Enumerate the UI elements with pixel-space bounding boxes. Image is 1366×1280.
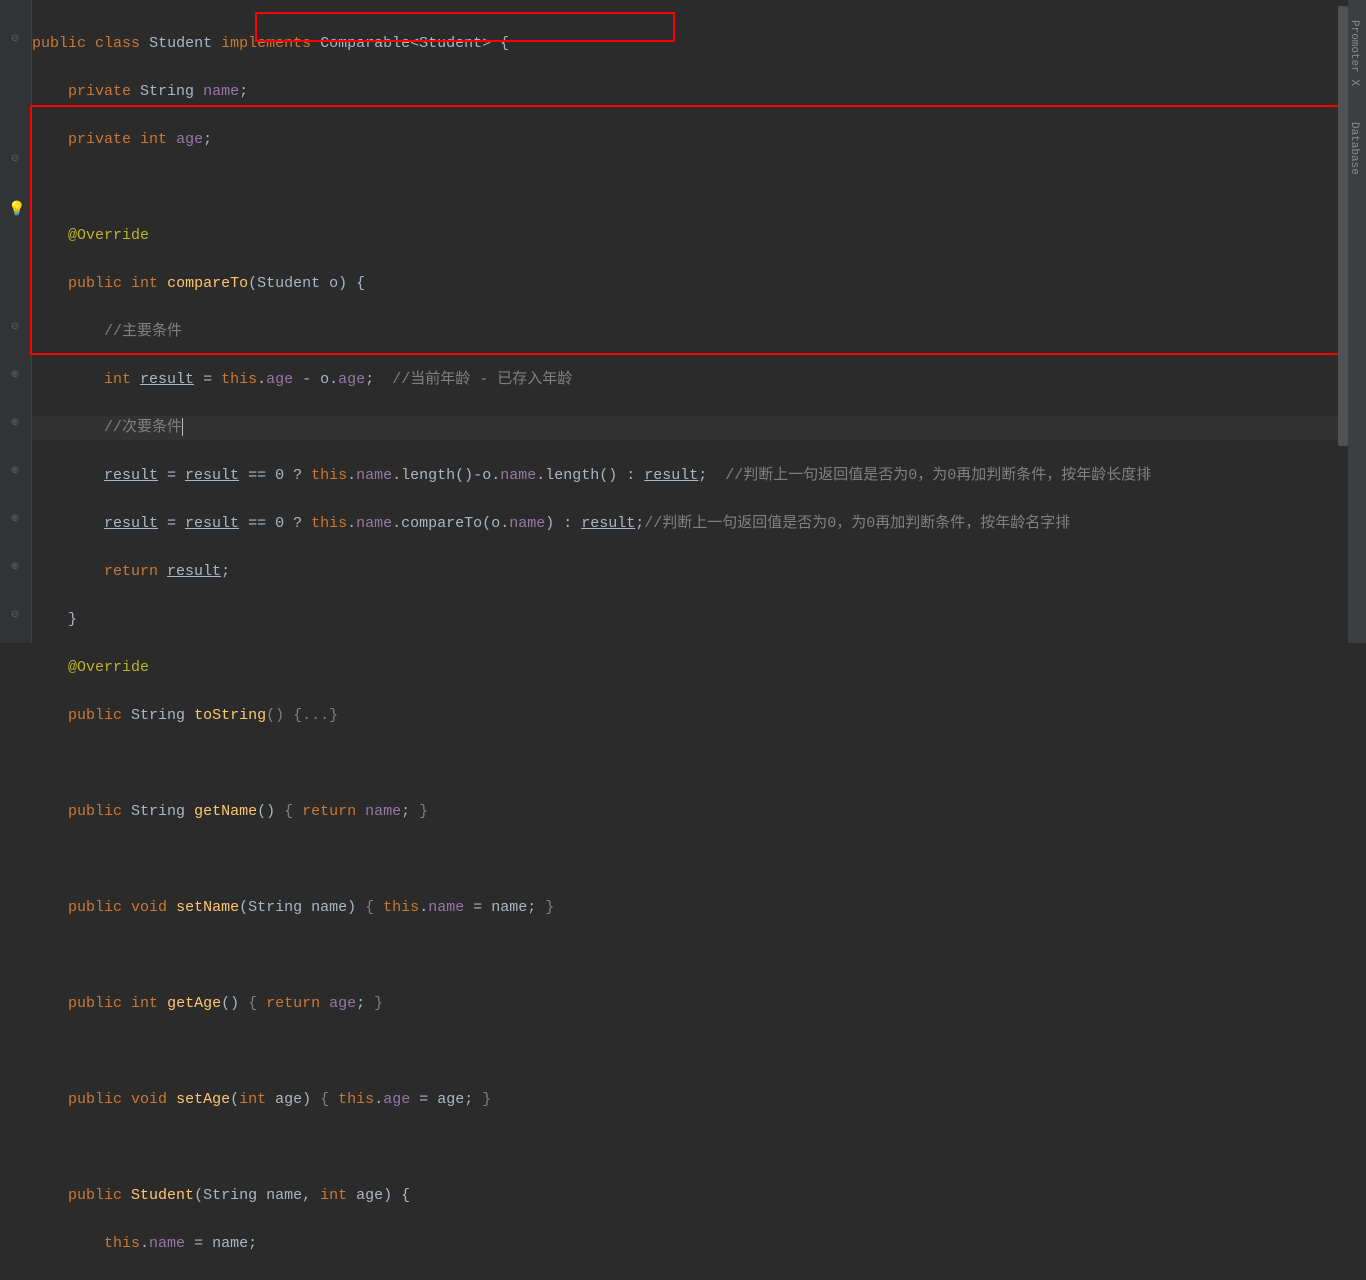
code-line: public String toString() {...}	[32, 704, 1342, 728]
code-line	[32, 176, 1342, 200]
code-line: private String name;	[32, 80, 1342, 104]
code-line: return result;	[32, 560, 1342, 584]
fold-icon[interactable]: ⊖	[8, 609, 22, 623]
code-line-active: //次要条件	[32, 416, 1342, 440]
code-line: //主要条件	[32, 320, 1342, 344]
code-line: public class Student implements Comparab…	[32, 32, 1342, 56]
intention-bulb-icon[interactable]: 💡	[8, 201, 22, 215]
fold-icon[interactable]: ⊕	[8, 513, 22, 527]
code-line: public int getAge() { return age; }	[32, 992, 1342, 1016]
code-line: result = result == 0 ? this.name.compare…	[32, 512, 1342, 536]
tool-window-tab-promoter[interactable]: Promoter X	[1348, 0, 1360, 86]
code-line: public void setName(String name) { this.…	[32, 896, 1342, 920]
code-line: public void setAge(int age) { this.age =…	[32, 1088, 1342, 1112]
code-line: @Override	[32, 656, 1342, 680]
code-line: result = result == 0 ? this.name.length(…	[32, 464, 1342, 488]
code-line: }	[32, 608, 1342, 632]
folded-block[interactable]: () {...}	[266, 707, 338, 724]
scrollbar-track[interactable]	[1338, 0, 1348, 643]
code-line	[32, 1040, 1342, 1064]
code-line: public Student(String name, int age) {	[32, 1184, 1342, 1208]
code-line: public String getName() { return name; }	[32, 800, 1342, 824]
tool-window-tab-database[interactable]: Database	[1348, 102, 1360, 175]
scrollbar-thumb[interactable]	[1338, 6, 1348, 446]
fold-icon[interactable]: ⊕	[8, 417, 22, 431]
fold-icon[interactable]: ⊖	[8, 321, 22, 335]
fold-icon[interactable]: ⊕	[8, 561, 22, 575]
fold-icon[interactable]: ⊕	[8, 465, 22, 479]
text-caret	[182, 418, 183, 436]
code-line	[32, 848, 1342, 872]
code-line: this.name = name;	[32, 1232, 1342, 1256]
code-line: int result = this.age - o.age; //当前年龄 - …	[32, 368, 1342, 392]
code-editor[interactable]: public class Student implements Comparab…	[32, 0, 1342, 643]
fold-icon[interactable]: ⊖	[8, 153, 22, 167]
code-line	[32, 944, 1342, 968]
code-line: @Override	[32, 224, 1342, 248]
code-line: public int compareTo(Student o) {	[32, 272, 1342, 296]
code-line: private int age;	[32, 128, 1342, 152]
fold-icon[interactable]: ⊖	[8, 33, 22, 47]
code-line	[32, 752, 1342, 776]
code-line	[32, 1136, 1342, 1160]
editor-gutter: ⊖ ⊖ 💡 ⊖ ⊕ ⊕ ⊕ ⊕ ⊕ ⊖	[0, 0, 32, 643]
fold-icon[interactable]: ⊕	[8, 369, 22, 383]
tool-window-stripe: Promoter X Database	[1348, 0, 1366, 643]
